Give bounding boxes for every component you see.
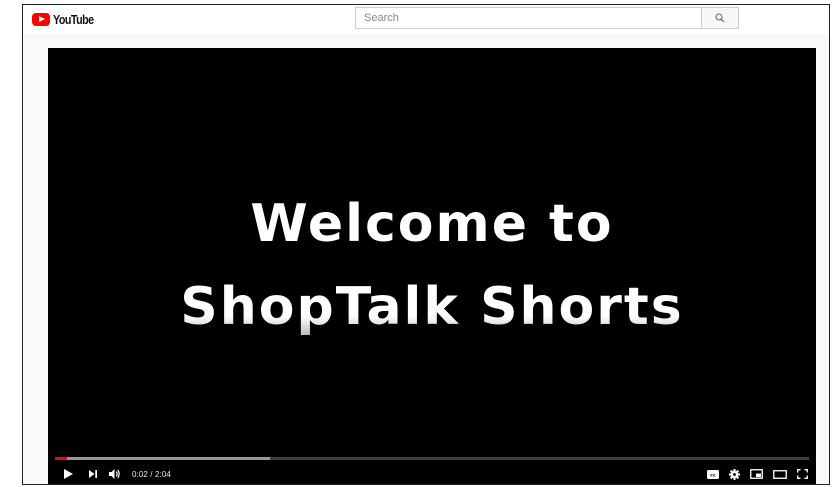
right-controls: cc xyxy=(707,462,808,484)
fullscreen-button[interactable] xyxy=(797,462,808,484)
next-button[interactable] xyxy=(82,462,104,484)
mute-button[interactable] xyxy=(104,462,126,484)
play-icon xyxy=(63,469,73,479)
time-separator: / xyxy=(147,469,155,479)
progress-buffered xyxy=(55,457,270,460)
search-button[interactable] xyxy=(701,7,739,29)
theater-mode-button[interactable] xyxy=(773,462,787,484)
video-frame-text: Welcome to ShopTalk Shorts xyxy=(48,183,816,349)
theater-mode-icon xyxy=(773,469,787,479)
youtube-logo-icon xyxy=(32,12,50,26)
search-input[interactable] xyxy=(355,7,701,29)
player-controls: 0:02 / 2:04 cc xyxy=(48,462,816,484)
play-button[interactable] xyxy=(54,462,82,484)
time-duration: 2:04 xyxy=(154,469,171,479)
gear-icon xyxy=(729,468,740,480)
video-player[interactable]: Welcome to ShopTalk Shorts 0:02 / 2:04 c… xyxy=(48,48,816,484)
search-bar xyxy=(355,7,739,29)
search-icon xyxy=(715,13,725,23)
video-title-line1: Welcome to xyxy=(250,194,614,254)
fullscreen-icon xyxy=(797,469,808,479)
time-current: 0:02 xyxy=(132,469,148,479)
miniplayer-button[interactable] xyxy=(750,462,763,484)
masthead: YouTube xyxy=(23,5,829,34)
logo-text: YouTube xyxy=(53,11,94,27)
progress-bar[interactable] xyxy=(55,457,809,460)
svg-text:cc: cc xyxy=(710,473,716,478)
miniplayer-icon xyxy=(750,469,763,479)
progress-played xyxy=(55,457,68,460)
youtube-logo[interactable]: YouTube xyxy=(32,11,102,27)
next-icon xyxy=(89,470,97,478)
settings-button[interactable] xyxy=(729,462,740,484)
volume-icon xyxy=(109,469,120,479)
captions-icon: cc xyxy=(707,469,719,479)
video-title-line2: ShopTalk Shorts xyxy=(48,266,816,349)
browser-frame: YouTube Welcome to ShopTalk Shorts xyxy=(22,4,830,485)
captions-button[interactable]: cc xyxy=(707,462,719,484)
time-display: 0:02 / 2:04 xyxy=(132,470,171,479)
